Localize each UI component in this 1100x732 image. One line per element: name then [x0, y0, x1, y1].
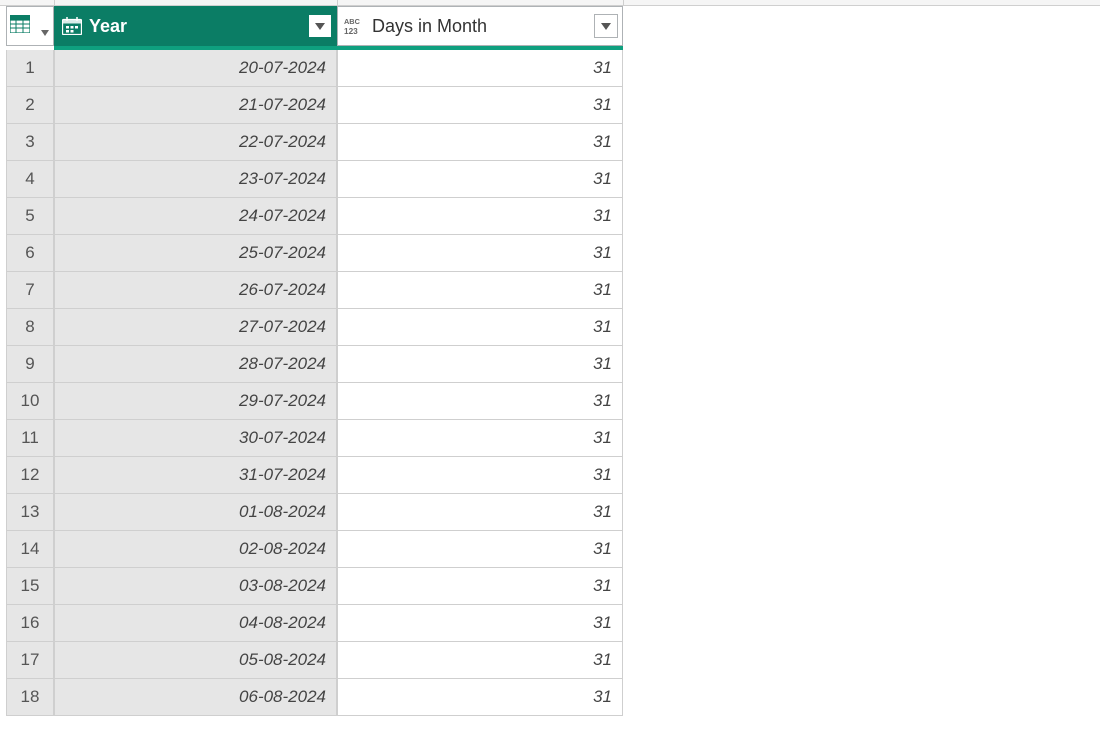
- cell-year[interactable]: 25-07-2024: [54, 235, 337, 272]
- row-number[interactable]: 15: [6, 568, 54, 605]
- chevron-down-icon: [41, 23, 49, 41]
- cell-days[interactable]: 31: [337, 346, 623, 383]
- table-row[interactable]: 1604-08-202431: [6, 605, 623, 642]
- row-number[interactable]: 8: [6, 309, 54, 346]
- cell-days[interactable]: 31: [337, 457, 623, 494]
- row-number[interactable]: 17: [6, 642, 54, 679]
- table-row[interactable]: 1301-08-202431: [6, 494, 623, 531]
- column-header-label: Days in Month: [372, 16, 588, 37]
- cell-year[interactable]: 28-07-2024: [54, 346, 337, 383]
- cell-year[interactable]: 31-07-2024: [54, 457, 337, 494]
- cell-year[interactable]: 24-07-2024: [54, 198, 337, 235]
- cell-days[interactable]: 31: [337, 124, 623, 161]
- cell-days[interactable]: 31: [337, 679, 623, 716]
- table-row[interactable]: 928-07-202431: [6, 346, 623, 383]
- cell-days[interactable]: 31: [337, 235, 623, 272]
- row-number[interactable]: 12: [6, 457, 54, 494]
- cell-year[interactable]: 02-08-2024: [54, 531, 337, 568]
- table-row[interactable]: 423-07-202431: [6, 161, 623, 198]
- row-number[interactable]: 2: [6, 87, 54, 124]
- cell-days[interactable]: 31: [337, 50, 623, 87]
- cell-year[interactable]: 26-07-2024: [54, 272, 337, 309]
- cell-year[interactable]: 03-08-2024: [54, 568, 337, 605]
- cell-year[interactable]: 06-08-2024: [54, 679, 337, 716]
- top-bar: [0, 0, 1100, 6]
- any-type-icon: ABC 123: [344, 15, 366, 37]
- table-row[interactable]: 827-07-202431: [6, 309, 623, 346]
- cell-days[interactable]: 31: [337, 198, 623, 235]
- cell-year[interactable]: 22-07-2024: [54, 124, 337, 161]
- table-icon: [10, 20, 30, 37]
- table-row[interactable]: 120-07-202431: [6, 50, 623, 87]
- table-row[interactable]: 1705-08-202431: [6, 642, 623, 679]
- row-number[interactable]: 9: [6, 346, 54, 383]
- cell-year[interactable]: 01-08-2024: [54, 494, 337, 531]
- column-header-label: Year: [89, 16, 302, 37]
- cell-year[interactable]: 05-08-2024: [54, 642, 337, 679]
- data-grid: Year ABC 123 Days: [6, 6, 623, 716]
- row-number[interactable]: 11: [6, 420, 54, 457]
- column-filter-year[interactable]: [308, 14, 332, 38]
- cell-days[interactable]: 31: [337, 161, 623, 198]
- cell-days[interactable]: 31: [337, 605, 623, 642]
- table-row[interactable]: 1503-08-202431: [6, 568, 623, 605]
- cell-days[interactable]: 31: [337, 272, 623, 309]
- cell-year[interactable]: 23-07-2024: [54, 161, 337, 198]
- column-header-days[interactable]: ABC 123 Days in Month: [337, 6, 623, 46]
- table-row[interactable]: 1402-08-202431: [6, 531, 623, 568]
- table-row[interactable]: 524-07-202431: [6, 198, 623, 235]
- table-row[interactable]: 322-07-202431: [6, 124, 623, 161]
- table-row[interactable]: 221-07-202431: [6, 87, 623, 124]
- cell-days[interactable]: 31: [337, 531, 623, 568]
- table-row[interactable]: 1806-08-202431: [6, 679, 623, 716]
- table-row[interactable]: 1130-07-202431: [6, 420, 623, 457]
- column-filter-days[interactable]: [594, 14, 618, 38]
- row-number[interactable]: 3: [6, 124, 54, 161]
- cell-year[interactable]: 27-07-2024: [54, 309, 337, 346]
- table-row[interactable]: 1029-07-202431: [6, 383, 623, 420]
- cell-days[interactable]: 31: [337, 642, 623, 679]
- svg-text:ABC: ABC: [344, 17, 361, 26]
- row-number[interactable]: 10: [6, 383, 54, 420]
- cell-days[interactable]: 31: [337, 420, 623, 457]
- table-row[interactable]: 625-07-202431: [6, 235, 623, 272]
- row-number[interactable]: 1: [6, 50, 54, 87]
- column-header-year[interactable]: Year: [54, 6, 337, 46]
- row-number[interactable]: 5: [6, 198, 54, 235]
- table-select-corner[interactable]: [6, 6, 54, 46]
- row-number[interactable]: 14: [6, 531, 54, 568]
- cell-year[interactable]: 20-07-2024: [54, 50, 337, 87]
- cell-days[interactable]: 31: [337, 494, 623, 531]
- cell-year[interactable]: 21-07-2024: [54, 87, 337, 124]
- row-number[interactable]: 18: [6, 679, 54, 716]
- date-type-icon: [61, 15, 83, 37]
- cell-days[interactable]: 31: [337, 568, 623, 605]
- cell-year[interactable]: 30-07-2024: [54, 420, 337, 457]
- cell-year[interactable]: 29-07-2024: [54, 383, 337, 420]
- row-number[interactable]: 16: [6, 605, 54, 642]
- cell-days[interactable]: 31: [337, 309, 623, 346]
- cell-days[interactable]: 31: [337, 383, 623, 420]
- cell-year[interactable]: 04-08-2024: [54, 605, 337, 642]
- table-row[interactable]: 1231-07-202431: [6, 457, 623, 494]
- svg-text:123: 123: [344, 27, 358, 36]
- row-number[interactable]: 13: [6, 494, 54, 531]
- table-row[interactable]: 726-07-202431: [6, 272, 623, 309]
- cell-days[interactable]: 31: [337, 87, 623, 124]
- row-number[interactable]: 7: [6, 272, 54, 309]
- row-number[interactable]: 4: [6, 161, 54, 198]
- row-number[interactable]: 6: [6, 235, 54, 272]
